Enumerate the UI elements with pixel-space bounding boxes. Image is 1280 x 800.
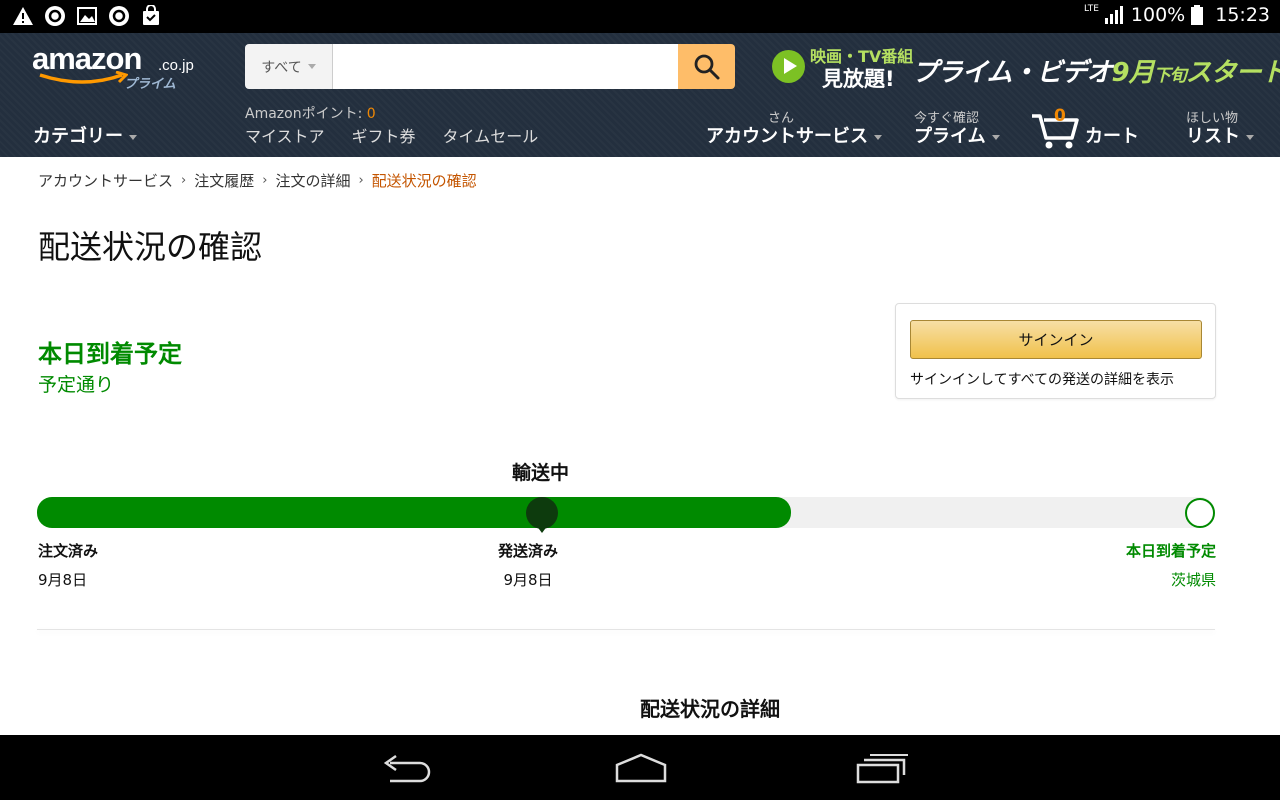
milestone-shipped: 発送済み 9月8日	[498, 540, 558, 590]
tracking-status: 輸送中	[512, 462, 570, 484]
nav-link-giftcard[interactable]: ギフト券	[352, 123, 416, 147]
promo-date-month: 9月	[1111, 58, 1154, 88]
chevron-down-icon	[129, 134, 137, 140]
points-value: 0	[366, 106, 376, 122]
wishlist-label-text: リスト	[1186, 126, 1240, 147]
milestone-label: 発送済み	[498, 542, 559, 560]
arrival-headline: 本日到着予定	[38, 340, 182, 368]
warning-icon	[13, 7, 33, 25]
search-button[interactable]	[678, 44, 735, 89]
battery-icon	[1191, 5, 1204, 25]
chevron-down-icon	[991, 134, 1000, 140]
image-icon	[77, 7, 97, 25]
section-divider	[37, 629, 1215, 630]
screen: LTE 100% 15:23 amazon .co.jp プライム すべて 映画…	[0, 0, 1280, 800]
signin-panel: サインイン サインインしてすべての発送の詳細を表示	[895, 303, 1216, 399]
search-category-label: すべて	[261, 59, 302, 76]
arrival-status: 予定通り	[38, 374, 115, 396]
status-bar: LTE 100% 15:23	[0, 0, 1280, 33]
recent-apps-icon[interactable]	[852, 753, 912, 785]
points-label: Amazonポイント:	[245, 106, 363, 122]
logo-domain: .co.jp	[158, 57, 194, 74]
category-label: カテゴリー	[33, 126, 123, 147]
promo-title: プライム・ビデオ	[912, 58, 1112, 88]
search-bar: すべて	[245, 44, 735, 89]
search-icon	[694, 54, 719, 79]
promo-bottom-text: 見放題!	[822, 67, 895, 91]
sync-icon-2	[109, 6, 129, 26]
milestone-location: 茨城県	[1170, 571, 1216, 589]
nav-link-mystore[interactable]: マイストア	[245, 123, 325, 147]
breadcrumb-order-history[interactable]: 注文履歴	[194, 170, 254, 191]
breadcrumb-separator-icon: ›	[181, 173, 187, 188]
breadcrumb-separator-icon: ›	[262, 173, 268, 188]
prime-video-promo[interactable]: 映画・TV番組 見放題! プライム・ビデオ9月下旬スタート ›	[772, 42, 1280, 92]
search-input[interactable]	[333, 44, 678, 89]
breadcrumb-separator-icon: ›	[358, 173, 364, 188]
status-right: LTE 100% 15:23	[1084, 4, 1270, 26]
details-heading: 配送状況の詳細	[640, 697, 780, 721]
nav-links: マイストア ギフト券 タイムセール	[245, 123, 538, 147]
account-label-text: アカウントサービス	[706, 126, 868, 147]
milestone-arrival: 本日到着予定 茨城県	[1126, 540, 1216, 590]
milestone-label: 本日到着予定	[1125, 542, 1216, 560]
clock: 15:23	[1215, 4, 1270, 26]
logo-prime: プライム	[124, 77, 176, 92]
home-icon[interactable]	[611, 753, 671, 785]
promo-main-text: プライム・ビデオ9月下旬スタート ›	[912, 52, 1280, 89]
account-label: アカウントサービス	[706, 122, 882, 148]
breadcrumb: アカウントサービス › 注文履歴 › 注文の詳細 › 配送状況の確認	[38, 170, 477, 191]
signin-button[interactable]: サインイン	[910, 320, 1202, 359]
prime-label-text: プライム	[914, 126, 986, 147]
cart-count: 0	[1054, 106, 1066, 126]
prime-label: プライム	[914, 122, 1000, 148]
search-category-dropdown[interactable]: すべて	[245, 44, 333, 89]
wishlist-label: リスト	[1186, 122, 1254, 148]
page-title: 配送状況の確認	[38, 228, 263, 266]
milestone-date: 9月8日	[38, 571, 88, 589]
battery-level: 100%	[1130, 4, 1186, 26]
milestone-ordered: 注文済み 9月8日	[38, 540, 98, 590]
breadcrumb-account-service[interactable]: アカウントサービス	[38, 170, 173, 191]
notification-icons	[12, 5, 162, 27]
milestone-label: 注文済み	[38, 542, 99, 560]
progress-fill	[37, 497, 791, 528]
cart-button[interactable]: 0 カート	[1030, 106, 1150, 150]
sync-icon	[45, 6, 65, 26]
nav-link-timesale[interactable]: タイムセール	[443, 123, 539, 147]
signin-note: サインインしてすべての発送の詳細を表示	[910, 372, 1175, 388]
promo-date-part: 下旬	[1153, 66, 1187, 86]
site-header: amazon .co.jp プライム すべて 映画・TV番組 見放題! プライム…	[0, 33, 1280, 157]
breadcrumb-order-details[interactable]: 注文の詳細	[275, 170, 350, 191]
chevron-down-icon	[307, 64, 316, 69]
smile-arrow-icon	[39, 71, 128, 84]
promo-start: スタート	[1185, 58, 1280, 88]
chevron-down-icon	[874, 134, 882, 140]
chevron-down-icon	[1246, 134, 1254, 140]
category-menu[interactable]: カテゴリー	[33, 122, 137, 148]
destination-circle-icon	[1185, 498, 1215, 528]
milestone-date: 9月8日	[503, 571, 553, 589]
signal-icon	[1104, 6, 1123, 24]
amazon-points[interactable]: Amazonポイント: 0	[245, 103, 376, 123]
shopping-bag-icon	[143, 5, 159, 25]
network-type: LTE	[1083, 4, 1099, 14]
breadcrumb-current: 配送状況の確認	[371, 172, 477, 190]
play-icon	[772, 50, 805, 83]
amazon-logo[interactable]: amazon .co.jp プライム	[32, 41, 202, 97]
marker-pointer-icon	[536, 525, 548, 533]
system-nav-bar	[0, 735, 1280, 800]
cart-label: カート	[1085, 126, 1139, 147]
back-icon[interactable]	[376, 753, 436, 785]
